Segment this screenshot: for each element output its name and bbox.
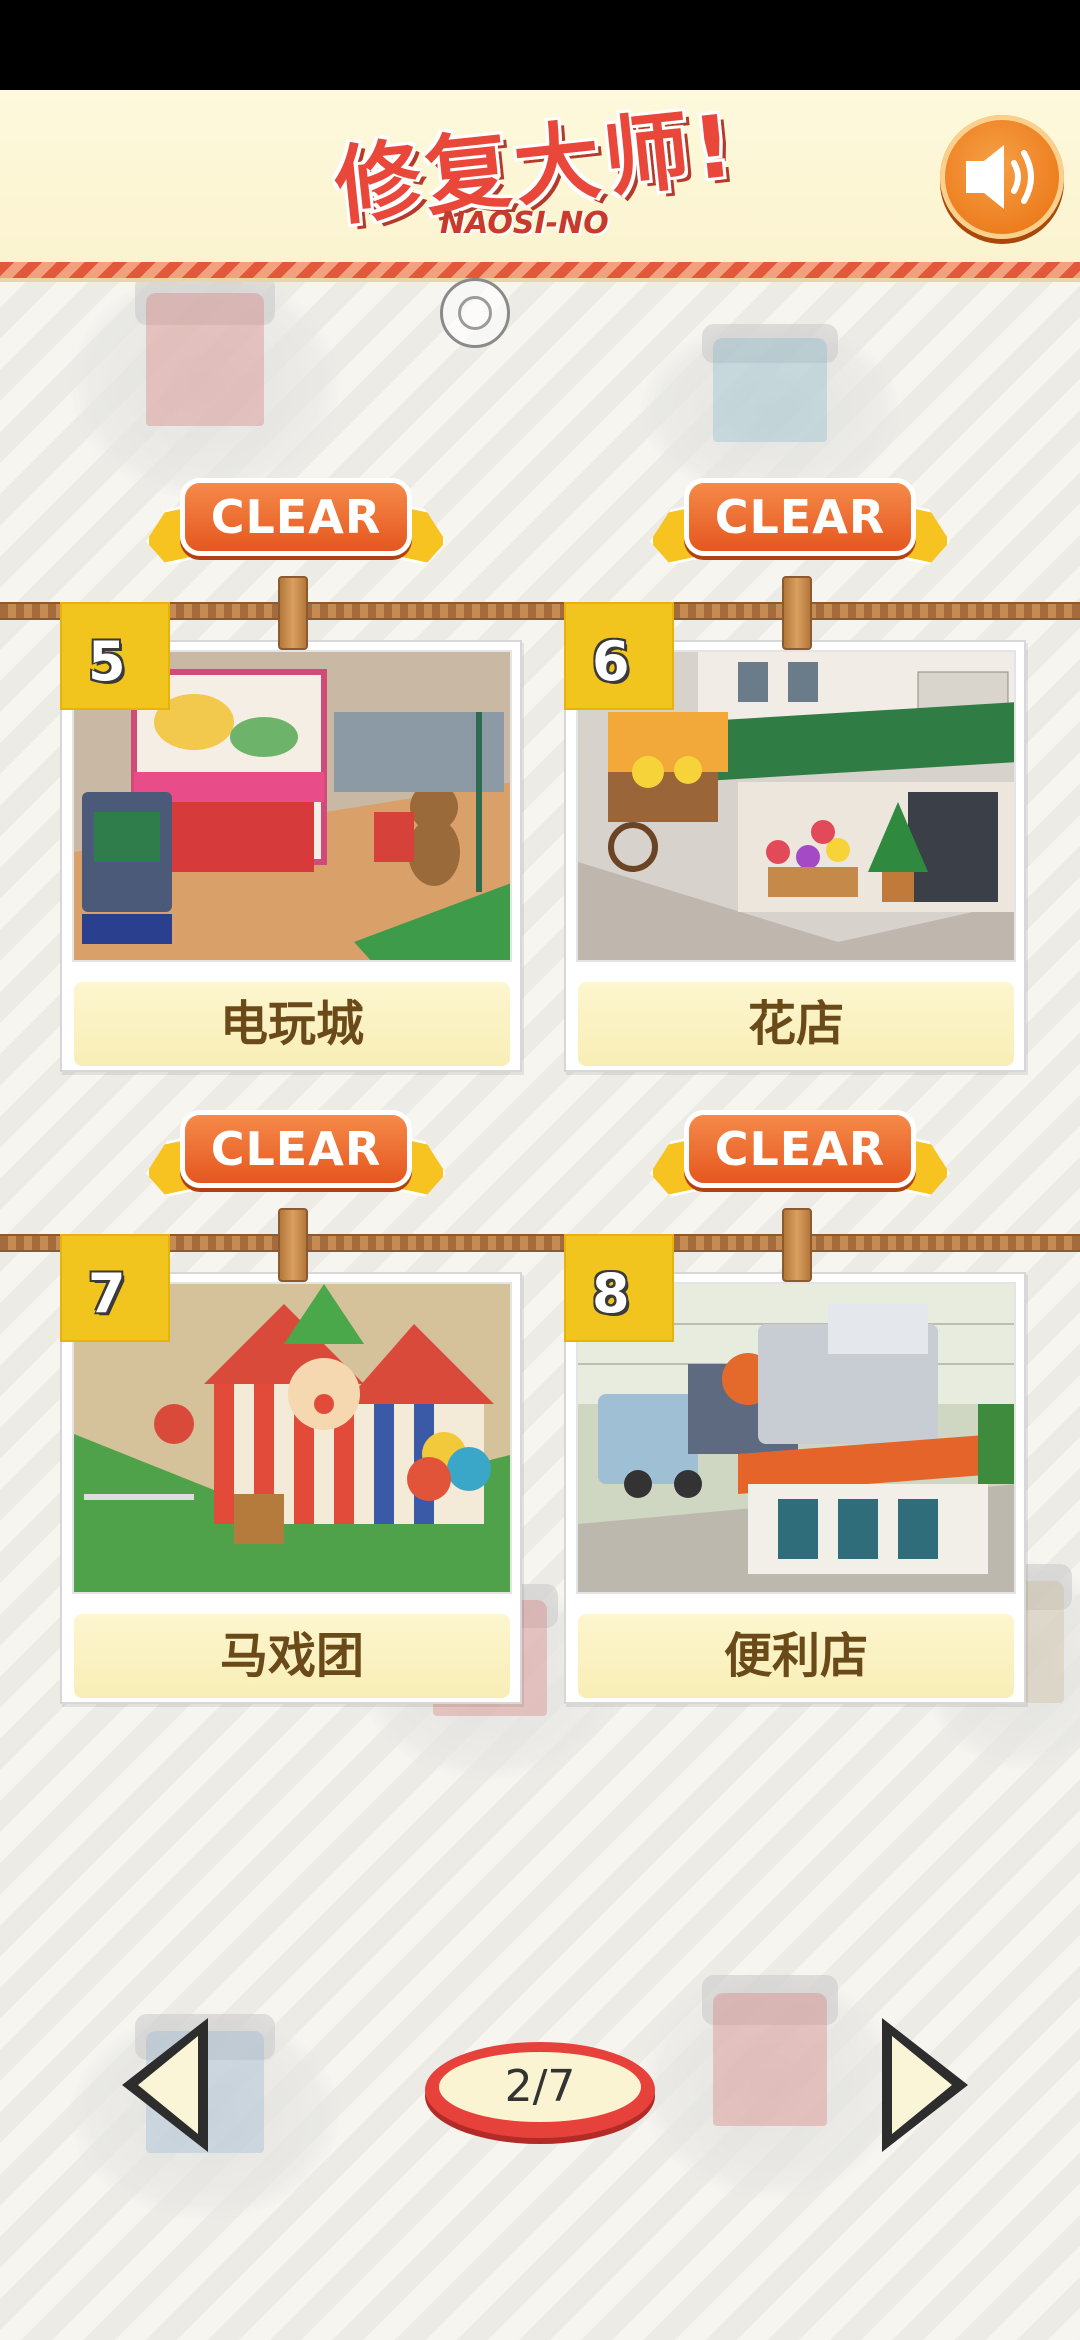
level-number-tab: 5 [60, 602, 170, 710]
level-number: 5 [88, 630, 126, 693]
clear-ribbon: CLEAR [650, 466, 950, 576]
page-indicator: 2/7 [425, 2042, 655, 2138]
clear-badge: CLEAR [180, 478, 412, 556]
level-number-tab: 8 [564, 1234, 674, 1342]
level-number-tab: 7 [60, 1234, 170, 1342]
level-card-7[interactable]: 7 马戏团 [60, 1234, 522, 1704]
clothespin [278, 1208, 308, 1282]
level-name: 花店 [578, 982, 1014, 1066]
page-indicator-label: 2/7 [439, 2052, 641, 2122]
logo-subtitle: NAOSI-NO [440, 206, 609, 241]
level-number: 6 [592, 630, 630, 693]
background-building [640, 1970, 900, 2200]
previous-page-button[interactable] [112, 2010, 222, 2160]
level-card-8[interactable]: 8 便利店 [564, 1234, 1026, 1704]
level-card-6[interactable]: 6 花店 [564, 602, 1026, 1072]
level-number: 8 [592, 1262, 630, 1325]
clothespin [278, 576, 308, 650]
level-name: 马戏团 [74, 1614, 510, 1698]
level-name: 电玩城 [74, 982, 510, 1066]
left-arrow-icon [122, 2018, 208, 2152]
clear-badge: CLEAR [684, 1110, 916, 1188]
right-arrow-icon [882, 2018, 968, 2152]
clear-badge: CLEAR [684, 478, 916, 556]
sound-toggle-button[interactable] [940, 115, 1064, 239]
level-name: 便利店 [578, 1614, 1014, 1698]
clothespin [782, 576, 812, 650]
status-bar [0, 0, 1080, 90]
next-page-button[interactable] [868, 2010, 978, 2160]
clear-ribbon: CLEAR [650, 1098, 950, 1208]
header-border [0, 262, 1080, 282]
level-card-5[interactable]: 5 电玩城 [60, 602, 522, 1072]
level-number-tab: 6 [564, 602, 674, 710]
speaker-icon [966, 145, 1034, 209]
clear-ribbon: CLEAR [146, 466, 446, 576]
game-logo: 修复大师! NAOSI-NO [310, 96, 760, 246]
scroll-indicator-ring [440, 278, 510, 348]
clothespin [782, 1208, 812, 1282]
clear-badge: CLEAR [180, 1110, 412, 1188]
level-number: 7 [88, 1262, 126, 1325]
clear-ribbon: CLEAR [146, 1098, 446, 1208]
